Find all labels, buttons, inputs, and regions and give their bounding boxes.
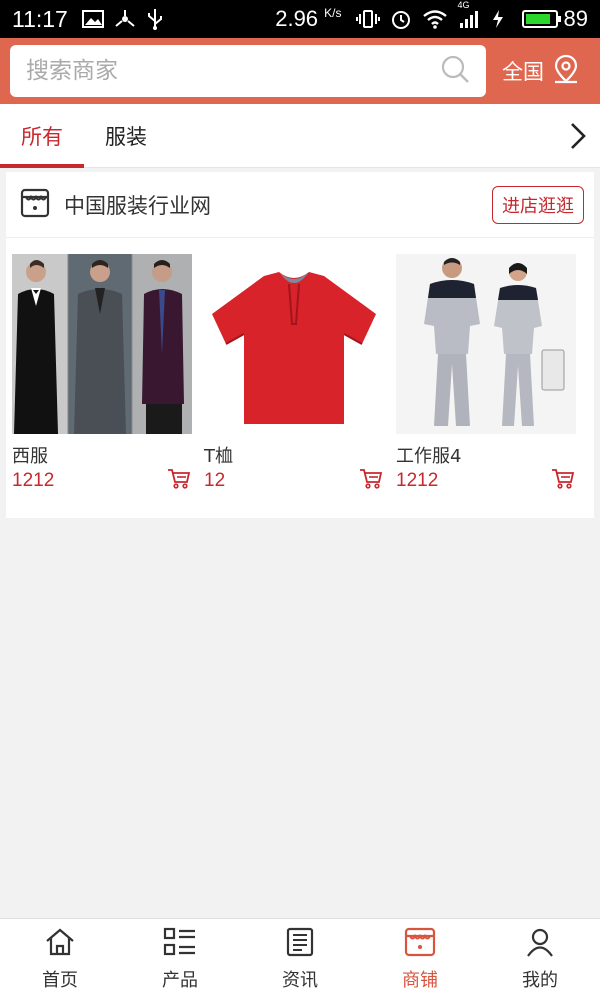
status-time: 11:17 [12, 5, 68, 32]
product-name: 西服 [12, 446, 48, 467]
product-name: T桖 [204, 446, 233, 467]
wifi-icon [422, 9, 448, 29]
store-name: 中国服装行业网 [64, 193, 211, 218]
product-card[interactable]: T桖 12 [204, 254, 396, 494]
store-card: 中国服装行业网 进店逛逛 西服 1212 T桖 12 工作服4 1212 [6, 172, 594, 518]
bottom-nav: 首页 产品 资讯 商铺 我的 [0, 918, 600, 1000]
location-pin-icon [552, 54, 580, 89]
region-selector[interactable]: 全国 [502, 54, 588, 89]
nav-shops-label: 商铺 [402, 970, 438, 991]
alarm-icon [390, 8, 412, 30]
search-icon[interactable] [440, 54, 470, 88]
network-speed: 2.96 K/s [275, 6, 342, 31]
news-icon [285, 927, 315, 962]
battery-icon [521, 10, 561, 28]
store-header: 中国服装行业网 进店逛逛 [6, 172, 594, 238]
home-icon [44, 927, 76, 962]
cart-icon[interactable] [551, 468, 575, 494]
header-bar: 全国 [0, 38, 600, 104]
tab-clothing[interactable]: 服装 [84, 104, 168, 167]
category-tabs: 所有 服装 [0, 104, 600, 168]
nav-products-label: 产品 [162, 970, 198, 991]
search-box[interactable] [10, 45, 486, 97]
user-icon [525, 927, 555, 962]
cart-icon[interactable] [359, 468, 383, 494]
nav-news-label: 资讯 [282, 970, 318, 991]
product-card[interactable]: 西服 1212 [12, 254, 204, 494]
region-label: 全国 [502, 60, 544, 84]
usb-tether-icon [114, 9, 136, 29]
nav-shops[interactable]: 商铺 [360, 919, 480, 1000]
store-icon [20, 188, 50, 222]
product-price: 1212 [396, 470, 439, 491]
shop-icon [404, 927, 436, 962]
tab-all[interactable]: 所有 [0, 104, 84, 168]
usb-icon [146, 8, 164, 30]
product-image[interactable] [396, 254, 576, 434]
nav-home-label: 首页 [42, 970, 78, 991]
search-input[interactable] [26, 58, 440, 84]
charging-icon [492, 9, 504, 29]
signal-icon: 4G [458, 0, 482, 29]
nav-news[interactable]: 资讯 [240, 919, 360, 1000]
chevron-right-icon[interactable] [556, 104, 600, 167]
nav-mine[interactable]: 我的 [480, 919, 600, 1000]
product-price: 1212 [12, 470, 55, 491]
nav-mine-label: 我的 [522, 970, 558, 991]
enter-store-button[interactable]: 进店逛逛 [492, 185, 584, 224]
product-image[interactable] [12, 254, 192, 434]
status-bar: 11:17 2.96 K/s 4G 89 [0, 0, 600, 38]
image-icon [81, 10, 104, 28]
product-name: 工作服4 [396, 446, 462, 467]
cart-icon[interactable] [167, 468, 191, 494]
product-price: 12 [204, 470, 226, 491]
nav-home[interactable]: 首页 [0, 919, 120, 1000]
battery-level: 89 [563, 6, 588, 31]
product-list: 西服 1212 T桖 12 工作服4 1212 [6, 238, 594, 494]
vibrate-icon [355, 9, 380, 29]
nav-products[interactable]: 产品 [120, 919, 240, 1000]
product-card[interactable]: 工作服4 1212 [396, 254, 588, 494]
product-image[interactable] [204, 254, 384, 434]
list-icon [163, 927, 197, 962]
